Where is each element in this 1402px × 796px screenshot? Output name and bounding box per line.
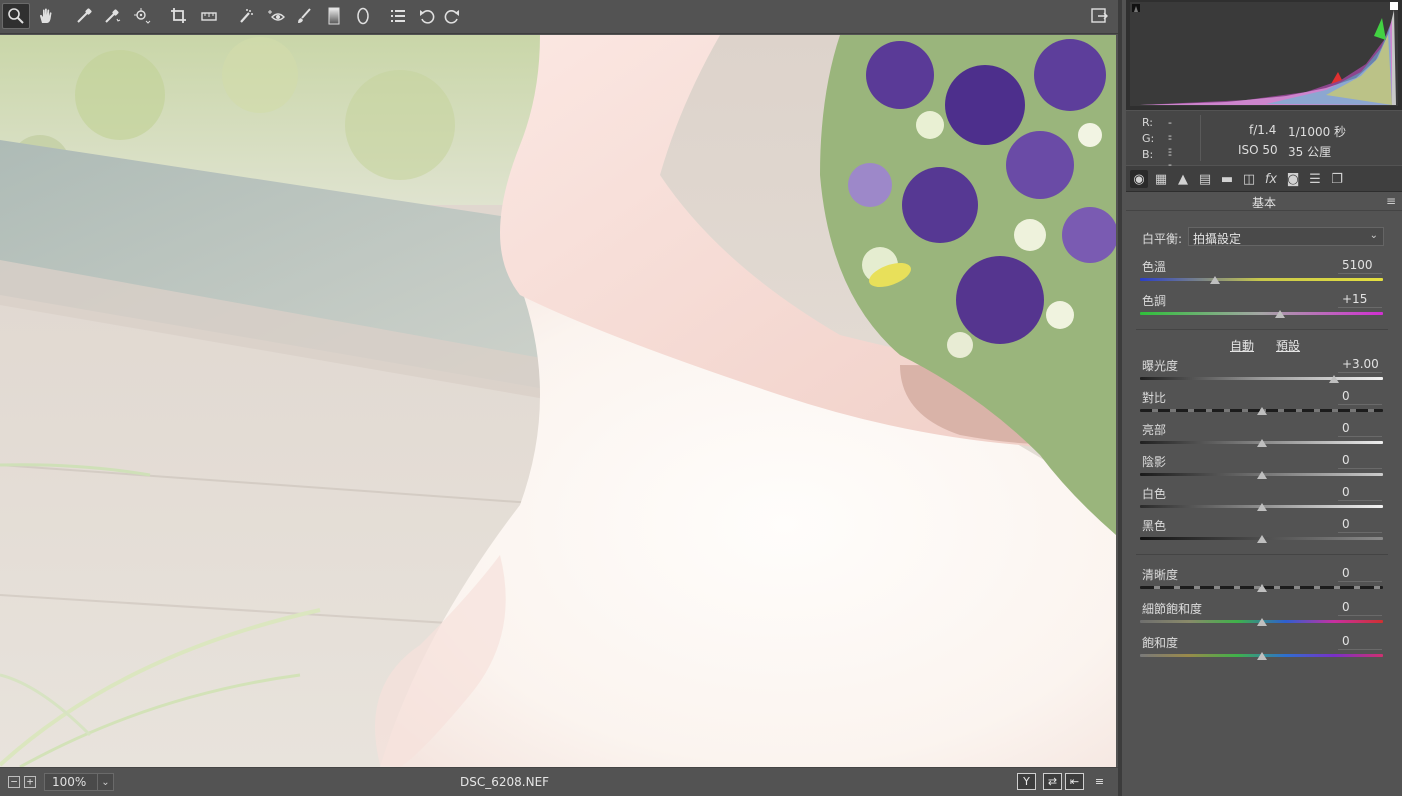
white-balance-label: 白平衡: — [1142, 232, 1183, 246]
tab-snapshots-icon[interactable]: ❐ — [1328, 170, 1346, 188]
blacks-slider-thumb[interactable] — [1256, 535, 1267, 543]
temperature-slider-track[interactable] — [1140, 278, 1383, 281]
blue-readout: B:--- — [1142, 148, 1172, 187]
white-balance-value: 拍攝設定 — [1193, 232, 1242, 246]
highlights-slider-thumb[interactable] — [1256, 439, 1267, 447]
photo-preview[interactable] — [0, 35, 1116, 767]
tab-presets-icon[interactable]: ☰ — [1306, 170, 1324, 188]
zoom-tool-icon[interactable] — [2, 3, 30, 29]
temperature-slider-thumb[interactable] — [1210, 276, 1221, 284]
shadows-slider-thumb[interactable] — [1256, 471, 1267, 479]
right-panel: R:--- G:--- B:--- f/1.4 1/1000 秒 ISO 50 … — [1118, 0, 1402, 796]
filename-label: DSC_6208.NEF — [460, 775, 550, 789]
highlights-value[interactable]: 0 — [1338, 421, 1382, 437]
auto-link[interactable]: 自動 — [1230, 337, 1254, 354]
chevron-down-icon: ⌄ — [97, 774, 113, 790]
aperture-value: f/1.4 — [1249, 123, 1277, 137]
saturation-slider-thumb[interactable] — [1256, 652, 1267, 660]
iso-value: ISO 50 — [1238, 143, 1278, 157]
photo-image — [0, 35, 1116, 767]
exposure-value[interactable]: +3.00 — [1338, 357, 1382, 373]
panel-tabs: ◉ ▦ ▲ ▤ ▬ ◫ fx ◙ ☰ ❐ — [1126, 166, 1402, 192]
exposure-label: 曝光度 — [1142, 359, 1179, 373]
hand-tool-icon[interactable] — [32, 3, 60, 29]
chevron-down-icon: ⌄ — [1369, 230, 1378, 241]
zoom-level-select[interactable]: 100% ⌄ — [44, 773, 114, 791]
tint-value[interactable]: +15 — [1338, 292, 1382, 308]
temperature-label: 色溫 — [1142, 260, 1167, 274]
temperature-value[interactable]: 5100 — [1338, 258, 1382, 274]
crop-tool-icon[interactable] — [165, 3, 193, 29]
tab-lens-corrections-icon[interactable]: ◫ — [1240, 170, 1258, 188]
status-bar: − + 100% ⌄ DSC_6208.NEF Y ⇄ ⇤ ≡ — [0, 767, 1118, 796]
panel-menu-icon[interactable]: ≡ — [1386, 194, 1396, 208]
straighten-tool-icon[interactable] — [195, 3, 223, 29]
highlights-label: 亮部 — [1142, 423, 1167, 437]
tint-slider-thumb[interactable] — [1274, 310, 1285, 318]
preferences-list-icon[interactable] — [384, 3, 412, 29]
rotate-cw-icon[interactable] — [438, 3, 466, 29]
divider — [1200, 115, 1201, 161]
tint-label: 色調 — [1142, 294, 1167, 308]
zoom-level-value: 100% — [52, 775, 87, 789]
spot-removal-tool-icon[interactable] — [232, 3, 260, 29]
whites-label: 白色 — [1142, 487, 1167, 501]
shutter-value: 1/1000 秒 — [1288, 125, 1347, 139]
tab-effects-icon[interactable]: fx — [1262, 170, 1280, 188]
copy-settings-button[interactable]: ⇤ — [1065, 773, 1084, 790]
zoom-in-button[interactable]: + — [24, 776, 36, 788]
contrast-value[interactable]: 0 — [1338, 389, 1382, 405]
tab-basic-icon[interactable]: ◉ — [1130, 170, 1148, 188]
toolbar — [0, 0, 1118, 34]
panel-title: 基本 — [1251, 196, 1276, 210]
clarity-value[interactable]: 0 — [1338, 566, 1382, 582]
white-balance-select[interactable]: 拍攝設定 ⌄ — [1188, 227, 1384, 246]
focal-length-value: 35 公厘 — [1288, 145, 1332, 159]
exposure-slider-thumb[interactable] — [1329, 375, 1340, 383]
swap-settings-button[interactable]: ⇄ — [1043, 773, 1062, 790]
before-after-view-button[interactable]: Y — [1017, 773, 1036, 790]
zoom-out-button[interactable]: − — [8, 776, 20, 788]
adjustment-brush-icon[interactable] — [290, 3, 318, 29]
divider — [1136, 329, 1388, 330]
green-readout: G: --- — [1142, 132, 1172, 171]
clarity-slider-thumb[interactable] — [1256, 584, 1267, 592]
saturation-value[interactable]: 0 — [1338, 634, 1382, 650]
contrast-label: 對比 — [1142, 391, 1167, 405]
vibrance-slider-thumb[interactable] — [1256, 618, 1267, 626]
divider — [1136, 554, 1388, 555]
clarity-label: 清晰度 — [1142, 568, 1179, 582]
rotate-ccw-icon[interactable] — [413, 3, 441, 29]
tab-detail-icon[interactable]: ▲ — [1174, 170, 1192, 188]
toggle-settings-button[interactable]: ≡ — [1090, 773, 1109, 790]
vibrance-value[interactable]: 0 — [1338, 600, 1382, 616]
exposure-slider-track[interactable] — [1140, 377, 1383, 380]
targeted-adjustment-tool-icon[interactable] — [128, 3, 156, 29]
graduated-filter-icon[interactable] — [320, 3, 348, 29]
blacks-label: 黑色 — [1142, 519, 1167, 533]
histogram-info: R:--- G:--- B:--- f/1.4 1/1000 秒 ISO 50 … — [1126, 111, 1402, 187]
default-link[interactable]: 預設 — [1276, 337, 1300, 354]
red-eye-tool-icon[interactable] — [262, 3, 290, 29]
color-sampler-tool-icon[interactable] — [98, 3, 126, 29]
open-in-photoshop-icon[interactable] — [1085, 3, 1113, 29]
tab-camera-calibration-icon[interactable]: ◙ — [1284, 170, 1302, 188]
contrast-slider-thumb[interactable] — [1256, 407, 1267, 415]
tab-hsl-icon[interactable]: ▤ — [1196, 170, 1214, 188]
radial-filter-icon[interactable] — [349, 3, 377, 29]
histogram — [1126, 0, 1402, 110]
panel-header: 基本 ≡ — [1126, 193, 1402, 211]
whites-value[interactable]: 0 — [1338, 485, 1382, 501]
shadows-value[interactable]: 0 — [1338, 453, 1382, 469]
red-readout: R: --- — [1142, 116, 1172, 155]
blacks-value[interactable]: 0 — [1338, 517, 1382, 533]
white-balance-tool-icon[interactable] — [70, 3, 98, 29]
tint-slider-track[interactable] — [1140, 312, 1383, 315]
shadows-label: 陰影 — [1142, 455, 1167, 469]
vibrance-label: 細節飽和度 — [1142, 602, 1203, 616]
whites-slider-thumb[interactable] — [1256, 503, 1267, 511]
tab-split-toning-icon[interactable]: ▬ — [1218, 170, 1236, 188]
tab-tone-curve-icon[interactable]: ▦ — [1152, 170, 1170, 188]
saturation-label: 飽和度 — [1142, 636, 1179, 650]
